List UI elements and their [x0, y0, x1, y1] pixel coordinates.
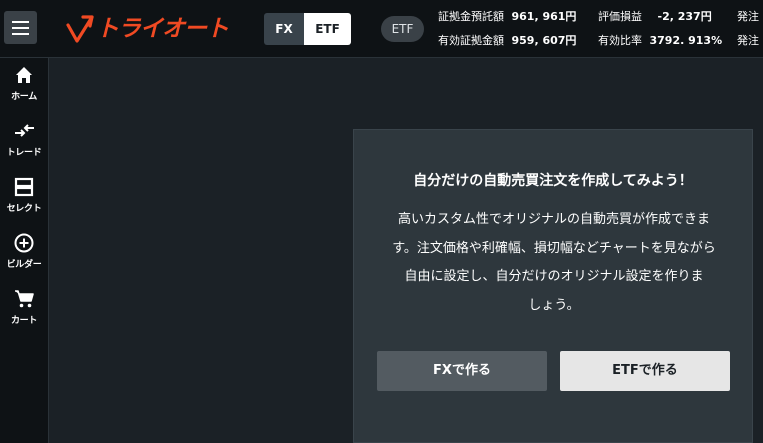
- trade-arrows-icon: [13, 120, 35, 142]
- stat-unrealized-pl: 評価損益 -2, 237円: [598, 8, 712, 26]
- card-description-line: しょう。: [528, 297, 580, 313]
- logo-mark-icon: [66, 15, 94, 43]
- sidebar-item-trade[interactable]: トレード: [0, 116, 48, 168]
- create-fx-button[interactable]: FXで作る: [377, 351, 547, 391]
- stat-label: 評価損益: [598, 10, 642, 23]
- stat-label: 有効証拠金額: [438, 34, 504, 47]
- left-sidebar: ホーム トレード セレクト ビルダー カート: [0, 58, 49, 443]
- logo-text: トライオート: [96, 16, 229, 42]
- sidebar-item-cart[interactable]: カート: [0, 284, 48, 336]
- stat-label: 発注: [737, 34, 759, 47]
- sidebar-item-label: カート: [10, 316, 38, 326]
- create-etf-button[interactable]: ETFで作る: [560, 351, 730, 391]
- cart-icon: [13, 288, 35, 310]
- sidebar-item-home[interactable]: ホーム: [0, 60, 48, 112]
- sidebar-item-label: ホーム: [11, 92, 37, 102]
- select-icon: [13, 176, 35, 198]
- brand-logo[interactable]: トライオート: [66, 12, 229, 46]
- stat-order-truncated-2: 発注: [737, 32, 759, 50]
- sidebar-item-select[interactable]: セレクト: [0, 172, 48, 224]
- top-header: トライオート FX ETF ETF 証拠金預託額 961, 961円 評価損益 …: [0, 0, 763, 58]
- hamburger-menu-icon[interactable]: [4, 11, 37, 44]
- sidebar-item-label: セレクト: [6, 204, 42, 214]
- card-description-line: す。注文価格や利確幅、損切幅などチャートを見ながら: [392, 240, 716, 256]
- stat-order-truncated: 発注: [737, 8, 759, 26]
- stat-value: 961, 961円: [511, 10, 577, 23]
- toggle-fx[interactable]: FX: [264, 13, 304, 45]
- product-toggle: FX ETF: [264, 13, 351, 45]
- card-title: 自分だけの自動売買注文を作成してみよう！: [413, 173, 693, 189]
- sidebar-item-builder[interactable]: ビルダー: [0, 228, 48, 280]
- card-description-line: 自由に設定し、自分だけのオリジナル設定を作りま: [404, 269, 704, 284]
- mode-badge[interactable]: ETF: [381, 16, 424, 42]
- plus-circle-icon: [13, 232, 35, 254]
- stat-effective-ratio: 有効比率 3792. 913%: [598, 32, 722, 50]
- card-description-line: 高いカスタム性でオリジナルの自動売買が作成できま: [397, 212, 710, 227]
- stat-label: 発注: [737, 10, 759, 23]
- sidebar-item-label: ビルダー: [6, 260, 42, 270]
- stat-label: 証拠金預託額: [438, 10, 504, 23]
- create-order-card: 自分だけの自動売買注文を作成してみよう！ 高いカスタム性でオリジナルの自動売買が…: [353, 129, 753, 443]
- main-content: 自分だけの自動売買注文を作成してみよう！ 高いカスタム性でオリジナルの自動売買が…: [49, 58, 763, 443]
- card-description: 高いカスタム性でオリジナルの自動売買が作成できま す。注文価格や利確幅、損切幅な…: [383, 206, 725, 320]
- stat-label: 有効比率: [598, 34, 642, 47]
- stat-effective-margin: 有効証拠金額 959, 607円: [438, 32, 576, 50]
- stat-value: 959, 607円: [511, 34, 577, 47]
- home-icon: [13, 64, 35, 86]
- stat-value: -2, 237円: [657, 10, 712, 23]
- toggle-etf[interactable]: ETF: [304, 13, 351, 45]
- stat-deposit: 証拠金預託額 961, 961円: [438, 8, 576, 26]
- stat-value: 3792. 913%: [649, 34, 723, 47]
- sidebar-item-label: トレード: [6, 148, 42, 158]
